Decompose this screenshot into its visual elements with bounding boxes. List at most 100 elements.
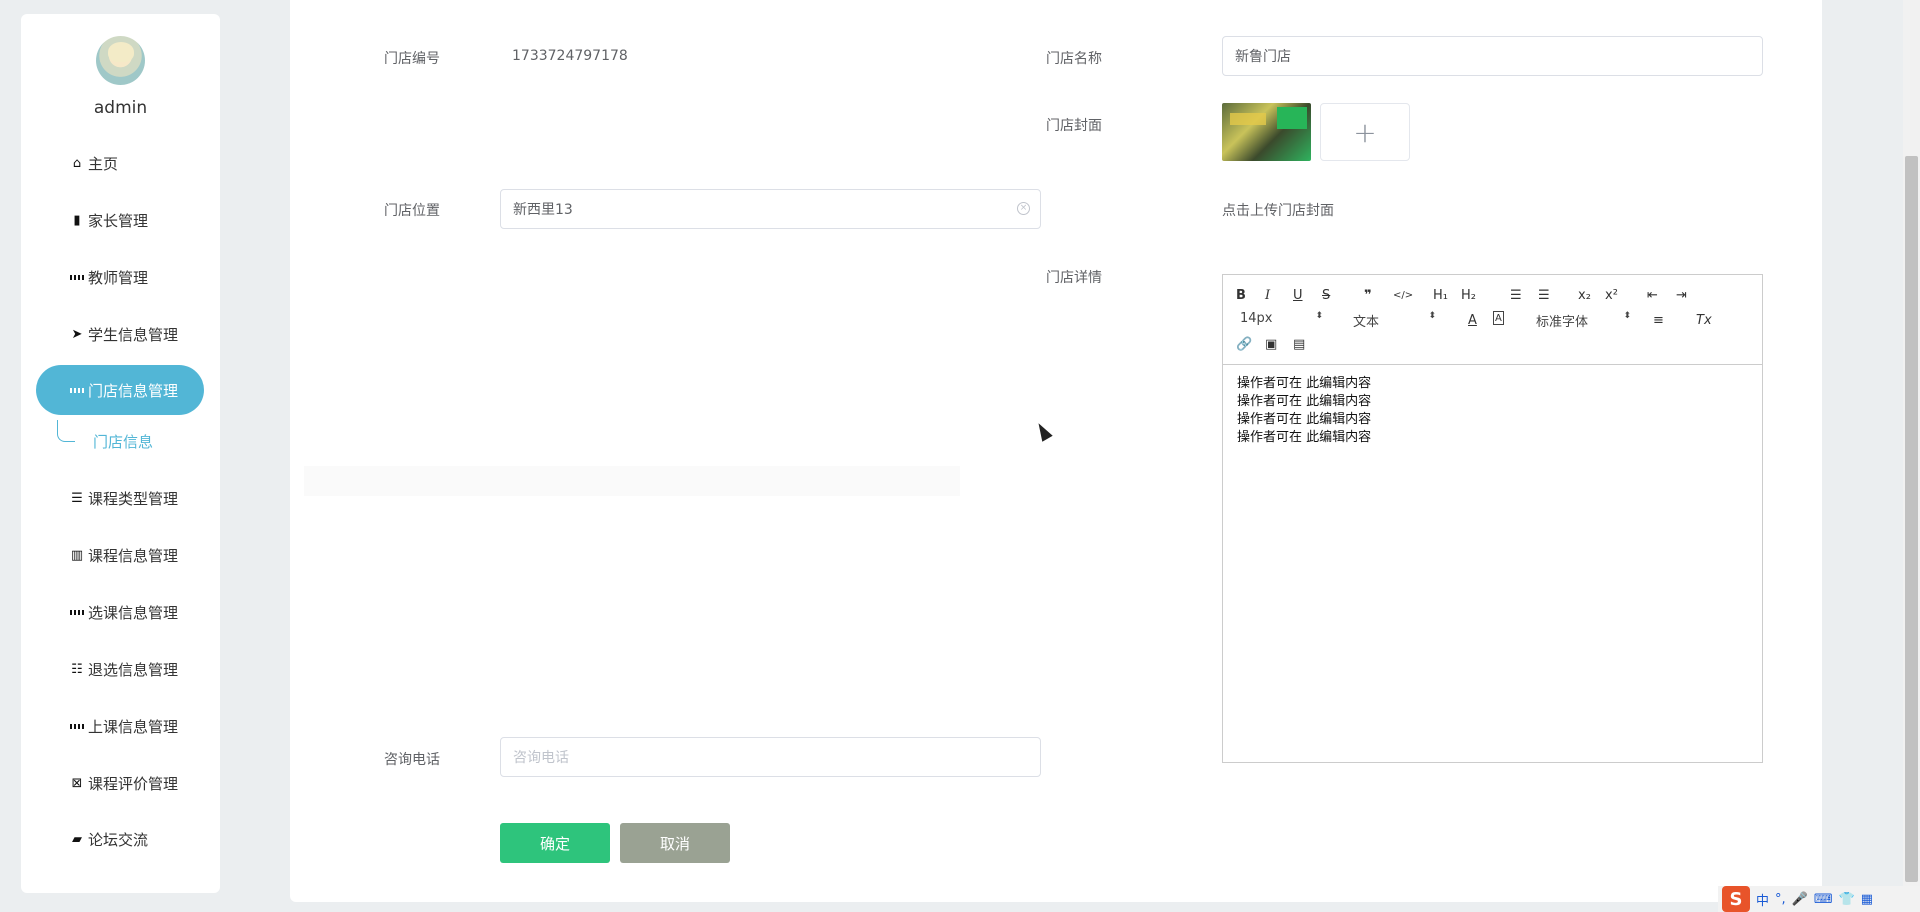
editor-line: 操作者可在 此编辑内容 xyxy=(1237,430,1372,445)
sliders-icon: ☷ xyxy=(71,661,83,677)
sidebar-item-label: 家长管理 xyxy=(88,211,149,230)
ordered-list-icon[interactable]: ☰ xyxy=(1510,286,1522,304)
microphone-icon[interactable]: 🎤 xyxy=(1792,892,1808,907)
sidebar-item-label: 主页 xyxy=(88,154,119,173)
heading1-icon[interactable]: H₁ xyxy=(1433,286,1448,304)
italic-icon[interactable]: I xyxy=(1265,286,1270,304)
keyboard-icon[interactable]: ⌨ xyxy=(1814,892,1833,907)
rich-text-editor[interactable]: B I U S ❞ </> H₁ H₂ ☰ ☰ x₂ x² ⇤ ⇥ 14px ⬍… xyxy=(1222,274,1763,763)
grid-icon xyxy=(70,270,84,284)
sidebar-item-parents[interactable]: ▮ 家长管理 xyxy=(36,195,204,245)
books-icon: ▥ xyxy=(70,547,84,563)
header-select[interactable]: 文本 ⬍ xyxy=(1353,311,1436,330)
mouse-cursor-icon xyxy=(1033,420,1053,442)
chevron-updown-icon: ⬍ xyxy=(1428,311,1435,321)
sidebar-item-label: 选课信息管理 xyxy=(88,603,179,622)
sogou-logo-icon[interactable]: S xyxy=(1722,886,1750,912)
font-size-select[interactable]: 14px ⬍ xyxy=(1240,311,1323,326)
underline-icon[interactable]: U xyxy=(1293,286,1303,304)
sidebar-item-course-types[interactable]: ☰ 课程类型管理 xyxy=(36,473,204,523)
sidebar-item-courses[interactable]: ▥ 课程信息管理 xyxy=(36,530,204,580)
sidebar-item-label: 课程评价管理 xyxy=(88,774,179,793)
sidebar-item-label: 门店信息管理 xyxy=(88,381,179,400)
superscript-icon[interactable]: x² xyxy=(1605,286,1618,304)
font-size-value: 14px xyxy=(1240,311,1273,326)
editor-toolbar: B I U S ❞ </> H₁ H₂ ☰ ☰ x₂ x² ⇤ ⇥ 14px ⬍… xyxy=(1223,275,1762,365)
sidebar-item-forum[interactable]: ▰ 论坛交流 xyxy=(36,814,204,864)
divider xyxy=(304,466,960,496)
bullet-list-icon[interactable]: ☰ xyxy=(1538,286,1550,304)
punctuation-icon[interactable]: °, xyxy=(1775,892,1786,907)
sidebar-item-home[interactable]: ⌂ 主页 xyxy=(36,138,204,188)
confirm-button[interactable]: 确定 xyxy=(500,823,610,863)
home-icon: ⌂ xyxy=(72,155,82,171)
chevron-updown-icon: ⬍ xyxy=(1623,311,1630,321)
paper-plane-icon: ➤ xyxy=(71,326,83,342)
bold-icon[interactable]: B xyxy=(1236,286,1246,304)
clear-icon[interactable]: × xyxy=(1017,202,1030,215)
editor-line: 操作者可在 此编辑内容 xyxy=(1237,412,1372,427)
heading2-icon[interactable]: H₂ xyxy=(1461,286,1476,304)
clipboard-icon: ▮ xyxy=(73,212,81,228)
outdent-icon[interactable]: ⇤ xyxy=(1647,286,1658,304)
sidebar-item-label: 退选信息管理 xyxy=(88,660,179,679)
sidebar-item-label: 教师管理 xyxy=(88,268,149,287)
plus-icon: + xyxy=(1353,115,1377,149)
link-icon[interactable]: 🔗 xyxy=(1236,335,1252,353)
sidebar-item-enrollment[interactable]: 选课信息管理 xyxy=(36,587,204,637)
detail-label: 门店详情 xyxy=(1046,270,1102,286)
store-no-label: 门店编号 xyxy=(384,51,440,67)
video-icon[interactable]: ▤ xyxy=(1293,335,1305,353)
store-form-card: 门店编号 1733724797178 门店名称 新鲁门店 门店封面 + 点击上传… xyxy=(290,0,1822,902)
location-value: 新西里13 xyxy=(513,202,573,218)
ime-toolbar: S 中 °, 🎤 ⌨ 👕 ▦ xyxy=(1718,886,1920,912)
align-icon[interactable]: ≡ xyxy=(1653,311,1664,329)
ticket-icon: ▰ xyxy=(72,831,82,847)
upload-cover-button[interactable]: + xyxy=(1320,103,1410,161)
avatar[interactable] xyxy=(96,36,145,85)
clipboard-x-icon: ⊠ xyxy=(71,775,83,791)
editor-line: 操作者可在 此编辑内容 xyxy=(1237,376,1372,391)
sidebar-item-label: 课程类型管理 xyxy=(88,489,179,508)
sidebar-item-label: 学生信息管理 xyxy=(88,325,179,344)
sidebar-item-withdrawal[interactable]: ☷ 退选信息管理 xyxy=(36,644,204,694)
editor-content[interactable]: 操作者可在 此编辑内容 操作者可在 此编辑内容 操作者可在 此编辑内容 操作者可… xyxy=(1223,365,1762,457)
scrollbar-thumb[interactable] xyxy=(1905,156,1918,882)
subscript-icon[interactable]: x₂ xyxy=(1578,286,1591,304)
location-label: 门店位置 xyxy=(384,203,440,219)
store-name-input[interactable]: 新鲁门店 xyxy=(1222,36,1763,76)
clear-format-icon[interactable]: Tx xyxy=(1696,311,1712,329)
background-color-icon[interactable]: A xyxy=(1493,311,1504,325)
sidebar-item-students[interactable]: ➤ 学生信息管理 xyxy=(36,309,204,359)
apps-icon[interactable]: ▦ xyxy=(1861,892,1873,907)
strikethrough-icon[interactable]: S xyxy=(1322,286,1330,304)
grid-icon xyxy=(70,383,84,397)
sidebar: admin ⌂ 主页 ▮ 家长管理 教师管理 ➤ 学生信息管理 门店信息管理 门… xyxy=(21,14,220,893)
sidebar-item-classes[interactable]: 上课信息管理 xyxy=(36,701,204,751)
location-input[interactable]: 新西里13 × xyxy=(500,189,1041,229)
list-icon: ☰ xyxy=(71,490,83,506)
font-family-select[interactable]: 标准字体 ⬍ xyxy=(1536,311,1631,330)
sidebar-subitem-store-info[interactable]: 门店信息 xyxy=(93,431,153,452)
cancel-button[interactable]: 取消 xyxy=(620,823,730,863)
indent-icon[interactable]: ⇥ xyxy=(1676,286,1687,304)
code-icon[interactable]: </> xyxy=(1393,286,1413,304)
cover-image[interactable] xyxy=(1222,103,1311,161)
blockquote-icon[interactable]: ❞ xyxy=(1364,286,1372,304)
sidebar-item-label: 课程信息管理 xyxy=(88,546,179,565)
ime-language[interactable]: 中 xyxy=(1756,890,1769,909)
phone-input[interactable]: 咨询电话 xyxy=(500,737,1041,777)
image-icon[interactable]: ▣ xyxy=(1265,335,1277,353)
sidebar-item-stores[interactable]: 门店信息管理 xyxy=(36,365,204,415)
shirt-icon[interactable]: 👕 xyxy=(1839,892,1855,907)
sidebar-item-reviews[interactable]: ⊠ 课程评价管理 xyxy=(36,758,204,808)
sidebar-item-label: 论坛交流 xyxy=(88,830,149,849)
grid-icon xyxy=(70,719,84,733)
grid-icon xyxy=(70,605,84,619)
sidebar-item-teachers[interactable]: 教师管理 xyxy=(36,252,204,302)
username: admin xyxy=(93,98,148,118)
cover-label: 门店封面 xyxy=(1046,118,1102,134)
editor-line: 操作者可在 此编辑内容 xyxy=(1237,394,1372,409)
store-name-label: 门店名称 xyxy=(1046,51,1102,67)
text-color-icon[interactable]: A xyxy=(1468,311,1477,329)
